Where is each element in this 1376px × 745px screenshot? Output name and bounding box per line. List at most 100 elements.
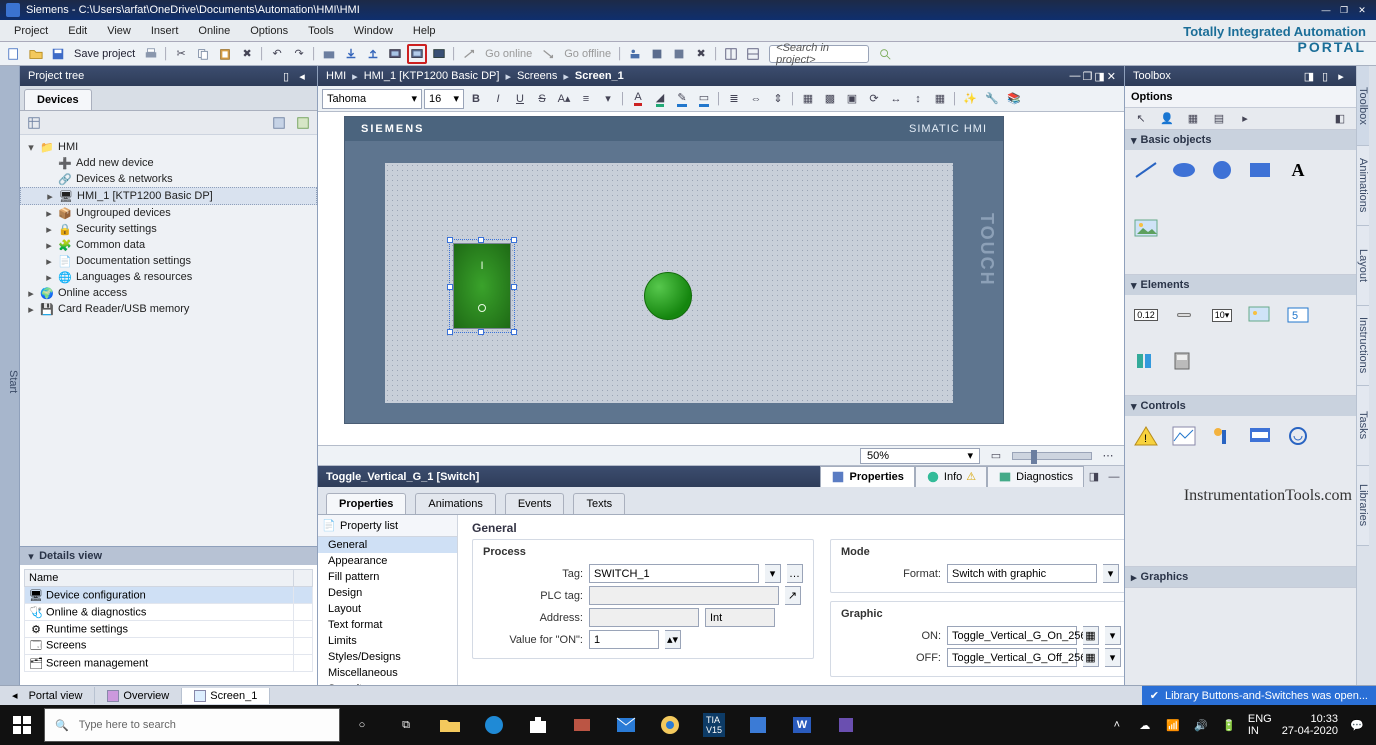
paint-icon[interactable] [736, 705, 780, 745]
alarm-view-tool-icon[interactable]: ! [1131, 424, 1161, 448]
portal-view-button[interactable]: ◂ Portal view [0, 687, 95, 704]
tray-volume-icon[interactable]: 🔊 [1192, 705, 1210, 745]
simulation-button[interactable] [407, 44, 427, 64]
cat-elements[interactable]: ▾Elements [1125, 275, 1356, 295]
rtab-instructions[interactable]: Instructions [1357, 306, 1369, 386]
zoom-fit-button[interactable]: ▭ [986, 446, 1006, 466]
maximize-button[interactable]: ❐ [1336, 3, 1352, 17]
circle-tool-icon[interactable] [1207, 158, 1237, 182]
menu-help[interactable]: Help [403, 23, 446, 39]
print-button[interactable] [141, 44, 161, 64]
lamp-object[interactable] [644, 272, 692, 320]
editor-undock-button[interactable]: ◨ [1094, 70, 1104, 83]
toggle-switch-object[interactable]: I [453, 243, 511, 329]
details-row[interactable]: ⚙ Runtime settings [25, 621, 313, 638]
menu-options[interactable]: Options [240, 23, 298, 39]
menu-tools[interactable]: Tools [298, 23, 344, 39]
inspector-collapse-button[interactable]: — [1104, 467, 1124, 487]
input-valueon[interactable]: 1 [589, 630, 659, 649]
cat-controls[interactable]: ▾Controls [1125, 396, 1356, 416]
font-color-button[interactable]: A [628, 89, 648, 109]
highlight-button[interactable]: ✨ [960, 89, 980, 109]
list-tool-icon[interactable]: ▤ [1209, 109, 1229, 129]
zoom-select[interactable]: 50%▾ [860, 448, 980, 464]
rtab-layout[interactable]: Layout [1357, 226, 1369, 306]
project-search-input[interactable]: <Search in project> [769, 45, 869, 63]
tree-node[interactable]: ▾📁HMI [20, 139, 317, 155]
property-list-item[interactable]: Miscellaneous [318, 665, 457, 681]
accessible-devices-button[interactable] [625, 44, 645, 64]
compile-button[interactable] [319, 44, 339, 64]
crumb-screens[interactable]: Screens [517, 70, 557, 82]
distribute-v-button[interactable]: ⇕ [768, 89, 788, 109]
subtab-animations[interactable]: Animations [415, 493, 495, 514]
menu-view[interactable]: View [97, 23, 141, 39]
property-list-item[interactable]: Limits [318, 633, 457, 649]
inspector-tab-diagnostics[interactable]: Diagnostics [987, 466, 1084, 488]
start-button[interactable] [0, 705, 44, 745]
collapse-tree-button[interactable]: ▯ [279, 69, 293, 83]
property-list-item[interactable]: Styles/Designs [318, 649, 457, 665]
open-project-button[interactable] [26, 44, 46, 64]
graphic-io-tool-icon[interactable] [1245, 303, 1275, 327]
taskbar-search-input[interactable]: 🔍 Type here to search [44, 708, 340, 742]
tree-node[interactable]: ▸🌍Online access [20, 285, 317, 301]
editor-close-button[interactable]: ✕ [1107, 70, 1116, 83]
overview-tab[interactable]: Overview [95, 688, 182, 704]
font-size-select[interactable]: 16▾ [424, 89, 464, 109]
bold-button[interactable]: B [466, 89, 486, 109]
rectangle-tool-icon[interactable] [1245, 158, 1275, 182]
format-drop-button[interactable]: ▾ [1103, 564, 1119, 583]
property-list-item[interactable]: Appearance [318, 553, 457, 569]
snap-button[interactable]: ▦ [930, 89, 950, 109]
tree-node[interactable]: ▸📄Documentation settings [20, 253, 317, 269]
graphic-on-preview[interactable]: ▦ [1083, 626, 1099, 645]
menu-online[interactable]: Online [188, 23, 240, 39]
editor-min-button[interactable]: — [1070, 70, 1081, 83]
inspector-tab-properties[interactable]: Properties [820, 466, 914, 488]
tree-node[interactable]: 🔗Devices & networks [20, 171, 317, 187]
delete-button[interactable]: ✖ [237, 44, 257, 64]
inspector-undock-button[interactable]: ◨ [1084, 467, 1104, 487]
iofield-tool-icon[interactable]: 0.12 [1131, 303, 1161, 327]
movies-icon[interactable] [560, 705, 604, 745]
pointer-tool-icon[interactable]: ↖ [1131, 109, 1151, 129]
align-drop-button[interactable]: ▾ [598, 89, 618, 109]
tray-clock[interactable]: 10:3327-04-2020 [1282, 713, 1338, 737]
save-project-button[interactable] [48, 44, 68, 64]
cut-button[interactable]: ✂ [171, 44, 191, 64]
italic-button[interactable]: I [488, 89, 508, 109]
taskview-icon[interactable]: ⧉ [384, 705, 428, 745]
font-grow-button[interactable]: A▴ [554, 89, 574, 109]
subtab-properties[interactable]: Properties [326, 493, 406, 514]
inspector-tab-info[interactable]: Info ⚠ [915, 466, 987, 488]
tray-cloud-icon[interactable]: ☁ [1136, 705, 1154, 745]
project-tree[interactable]: ▾📁HMI➕Add new device🔗Devices & networks▸… [20, 135, 317, 546]
new-project-button[interactable] [4, 44, 24, 64]
screen-sketch-icon[interactable] [824, 705, 868, 745]
explorer-icon[interactable] [428, 705, 472, 745]
distribute-h-button[interactable]: ⇔ [746, 89, 766, 109]
more-tool-icon[interactable]: ▸ [1235, 109, 1255, 129]
word-icon[interactable]: W [780, 705, 824, 745]
pin-tree-button[interactable]: ◂ [295, 69, 309, 83]
trend-view-tool-icon[interactable] [1169, 424, 1199, 448]
toolbox-pin-button[interactable]: ▯ [1318, 69, 1332, 83]
mail-icon[interactable] [604, 705, 648, 745]
select-graphic-on[interactable]: Toggle_Vertical_G_On_256 [947, 626, 1077, 645]
graphic-off-preview[interactable]: ▦ [1083, 648, 1099, 667]
hmi-device-button[interactable] [385, 44, 405, 64]
reference-button[interactable]: 🔧 [982, 89, 1002, 109]
tray-up-icon[interactable]: ˄ [1108, 705, 1126, 745]
menu-insert[interactable]: Insert [141, 23, 189, 39]
select-graphic-off[interactable]: Toggle_Vertical_G_Off_256 [947, 648, 1077, 667]
property-list-item[interactable]: Design [318, 585, 457, 601]
select-tool-icon[interactable]: 👤 [1157, 109, 1177, 129]
tree-opt2-button[interactable] [293, 113, 313, 133]
align-objects-button[interactable]: ≣ [724, 89, 744, 109]
tray-lang[interactable]: ENGIN [1248, 713, 1272, 737]
tab-devices[interactable]: Devices [24, 89, 92, 110]
underline-button[interactable]: U [510, 89, 530, 109]
close-button[interactable]: ✕ [1354, 3, 1370, 17]
property-list-item[interactable]: Fill pattern [318, 569, 457, 585]
